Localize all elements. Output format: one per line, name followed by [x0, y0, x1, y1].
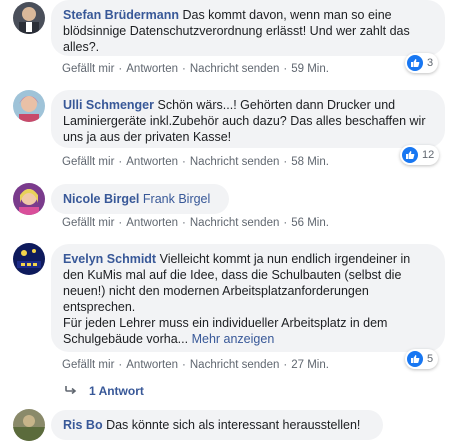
avatar[interactable]: [13, 183, 45, 215]
comment-actions: Gefällt mir · Antworten · Nachricht senden · 5…: [62, 63, 329, 75]
timestamp[interactable]: 56 Min.: [291, 217, 329, 229]
avatar[interactable]: [13, 90, 45, 122]
like-link[interactable]: Gefällt mir: [62, 156, 114, 168]
reaction-number: 5: [427, 353, 434, 365]
timestamp[interactable]: 59 Min.: [291, 63, 329, 75]
tagged-friend-link[interactable]: Frank Birgel: [143, 192, 210, 206]
reply-link[interactable]: Antworten: [126, 63, 178, 75]
profile-photo-icon: [13, 243, 45, 275]
thumbs-up-icon: [407, 55, 423, 71]
thumbs-up-icon: [402, 147, 418, 163]
comment-actions: Gefällt mir · Antworten · Nachricht senden · 5…: [62, 156, 329, 168]
profile-photo-icon: [13, 90, 45, 122]
send-message-link[interactable]: Nachricht senden: [190, 359, 280, 371]
comment-bubble: Nicole Birgel Frank Birgel: [51, 184, 229, 214]
comment-bubble: Evelyn Schmidt Vielleicht kommt ja nun e…: [51, 244, 445, 352]
comment-actions: Gefällt mir · Antworten · Nachricht senden · 5…: [62, 217, 329, 229]
comment-text: Das könnte sich als interessant herausst…: [106, 418, 361, 432]
comment-bubble: Ulli Schmenger Schön wärs...! Gehörten d…: [51, 90, 445, 148]
reply-link[interactable]: Antworten: [126, 217, 178, 229]
reaction-count[interactable]: 5: [405, 349, 439, 369]
like-link[interactable]: Gefällt mir: [62, 63, 114, 75]
avatar[interactable]: [13, 243, 45, 275]
reaction-count[interactable]: 12: [400, 145, 440, 165]
profile-photo-icon: [13, 183, 45, 215]
view-replies-link[interactable]: 1 Antwort: [65, 384, 144, 398]
like-link[interactable]: Gefällt mir: [62, 217, 114, 229]
author-name[interactable]: Ris Bo: [63, 418, 103, 432]
author-name[interactable]: Ulli Schmenger: [63, 98, 154, 112]
like-link[interactable]: Gefällt mir: [62, 359, 114, 371]
comment-actions: Gefällt mir · Antworten · Nachricht senden · 2…: [62, 359, 329, 371]
reply-arrow-icon: [65, 384, 77, 398]
reaction-number: 12: [422, 149, 435, 161]
avatar[interactable]: [13, 2, 45, 34]
profile-photo-icon: [13, 409, 45, 441]
author-name[interactable]: Nicole Birgel: [63, 192, 139, 206]
reply-link[interactable]: Antworten: [126, 359, 178, 371]
reaction-number: 3: [427, 57, 434, 69]
timestamp[interactable]: 27 Min.: [291, 359, 329, 371]
show-more-link[interactable]: Mehr anzeigen: [192, 332, 275, 346]
avatar[interactable]: [13, 409, 45, 441]
profile-photo-icon: [13, 2, 45, 34]
replies-count: 1 Antwort: [89, 384, 144, 398]
send-message-link[interactable]: Nachricht senden: [190, 63, 280, 75]
comment-bubble: Stefan Brüdermann Das kommt davon, wenn …: [51, 0, 445, 56]
timestamp[interactable]: 58 Min.: [291, 156, 329, 168]
reply-link[interactable]: Antworten: [126, 156, 178, 168]
author-name[interactable]: Evelyn Schmidt: [63, 252, 156, 266]
thumbs-up-icon: [407, 351, 423, 367]
send-message-link[interactable]: Nachricht senden: [190, 156, 280, 168]
author-name[interactable]: Stefan Brüdermann: [63, 8, 179, 22]
reaction-count[interactable]: 3: [405, 53, 439, 73]
comment-bubble: Ris Bo Das könnte sich als interessant h…: [51, 410, 383, 440]
send-message-link[interactable]: Nachricht senden: [190, 217, 280, 229]
